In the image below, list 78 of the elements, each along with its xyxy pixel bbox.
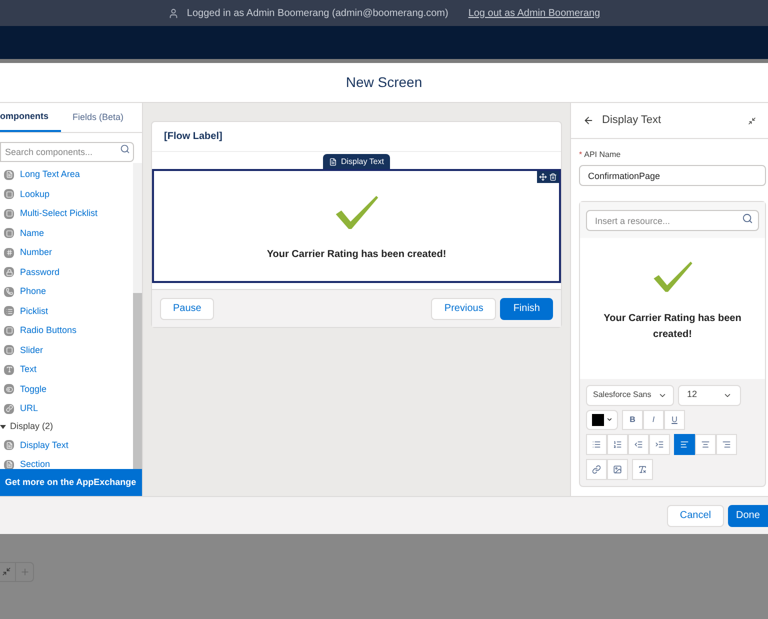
- component-item[interactable]: Multi-Select Picklist: [20, 207, 98, 220]
- component-item[interactable]: Toggle: [20, 382, 47, 396]
- format-button[interactable]: U: [664, 410, 685, 430]
- bulleted-list-icon: [592, 440, 601, 448]
- nav-button[interactable]: Finish: [500, 298, 553, 320]
- pause-button[interactable]: Pause: [160, 298, 214, 320]
- search-icon: [120, 144, 130, 154]
- component-item[interactable]: Name: [20, 226, 44, 240]
- editor-content[interactable]: Your Carrier Rating has been created!: [580, 238, 765, 378]
- link-icon: [592, 464, 601, 474]
- clear-format-button[interactable]: [632, 458, 653, 480]
- flow-label: [Flow Label]: [164, 130, 222, 144]
- caret-icon[interactable]: [0, 424, 6, 430]
- footer-button[interactable]: Cancel: [666, 504, 724, 526]
- component-item[interactable]: Picklist: [20, 304, 48, 318]
- list-button[interactable]: [628, 434, 649, 454]
- indent-icon: [655, 440, 664, 448]
- outdent-icon: [634, 440, 643, 448]
- confirmation-message: Your Carrier Rating has been created!: [266, 248, 446, 262]
- component-tab[interactable]: Display Text: [323, 154, 390, 169]
- scrollbar[interactable]: [133, 163, 142, 469]
- component-item[interactable]: Text: [20, 363, 37, 376]
- numbered-list-icon: [613, 440, 622, 448]
- align-button[interactable]: [674, 434, 695, 454]
- caret-icon: [606, 416, 612, 423]
- api-name-field[interactable]: ConfirmationPage: [579, 165, 766, 186]
- font-select[interactable]: Salesforce Sans: [586, 384, 674, 406]
- size-select[interactable]: 12: [678, 384, 741, 406]
- component-item[interactable]: URL: [20, 402, 38, 416]
- image-button[interactable]: [607, 458, 628, 480]
- component-item[interactable]: Slider: [20, 344, 44, 357]
- panel-tab[interactable]: Fields (Beta): [60, 103, 136, 132]
- link-button[interactable]: [586, 458, 607, 480]
- component-item[interactable]: Phone: [20, 285, 46, 298]
- checkmark-icon: [334, 194, 380, 231]
- appexchange-button[interactable]: Get more on the AppExchange: [0, 469, 142, 496]
- align-icon: [680, 440, 689, 448]
- footer-button[interactable]: Done: [728, 504, 768, 526]
- component-item[interactable]: Section: [20, 458, 50, 472]
- field-label: API Name: [584, 149, 621, 161]
- move-icon[interactable]: [539, 173, 547, 181]
- category-toggle[interactable]: Display (2): [10, 420, 54, 434]
- component-item[interactable]: Lookup: [20, 188, 50, 201]
- tab-label: Display Text: [341, 156, 384, 168]
- component-item[interactable]: Display Text: [20, 438, 68, 452]
- logout-link[interactable]: Log out as Admin Boomerang: [468, 6, 600, 20]
- shrink-icon: [2, 567, 10, 576]
- component-item[interactable]: Radio Buttons: [20, 324, 77, 338]
- format-button[interactable]: I: [643, 410, 664, 430]
- checkmark-icon: [652, 260, 694, 294]
- user-icon: [168, 8, 179, 18]
- logged-in-text: Logged in as Admin Boomerang (admin@boomerang.com): [186, 6, 448, 20]
- panel-title: Display Text: [602, 113, 662, 128]
- color-swatch: [592, 414, 604, 426]
- plus-icon: [20, 566, 30, 576]
- search-field[interactable]: Search components...: [0, 142, 134, 162]
- modal-title: New Screen: [346, 73, 422, 92]
- clear-formatting-icon: [638, 464, 647, 474]
- delete-icon[interactable]: [549, 173, 557, 181]
- search-icon: [742, 212, 753, 224]
- align-icon: [701, 440, 710, 448]
- selected-component[interactable]: Your Carrier Rating has been created!: [152, 169, 561, 283]
- align-icon: [722, 440, 731, 448]
- list-button[interactable]: [649, 434, 670, 454]
- component-item[interactable]: Password: [20, 266, 60, 279]
- format-button[interactable]: B: [622, 410, 643, 430]
- component-item[interactable]: Long Text Area: [20, 168, 80, 182]
- document-icon: [329, 158, 337, 166]
- component-item[interactable]: Number: [20, 246, 52, 260]
- panel-tab[interactable]: omponents: [0, 103, 60, 132]
- resource-search-field[interactable]: Insert a resource...: [586, 210, 759, 231]
- required-mark: *: [579, 149, 582, 161]
- collapse-icon[interactable]: [748, 116, 756, 124]
- image-icon: [613, 464, 622, 474]
- preview-message: Your Carrier Rating has been created!: [602, 312, 742, 342]
- color-picker[interactable]: [586, 410, 618, 430]
- nav-button[interactable]: Previous: [431, 298, 496, 320]
- back-icon[interactable]: [583, 115, 594, 126]
